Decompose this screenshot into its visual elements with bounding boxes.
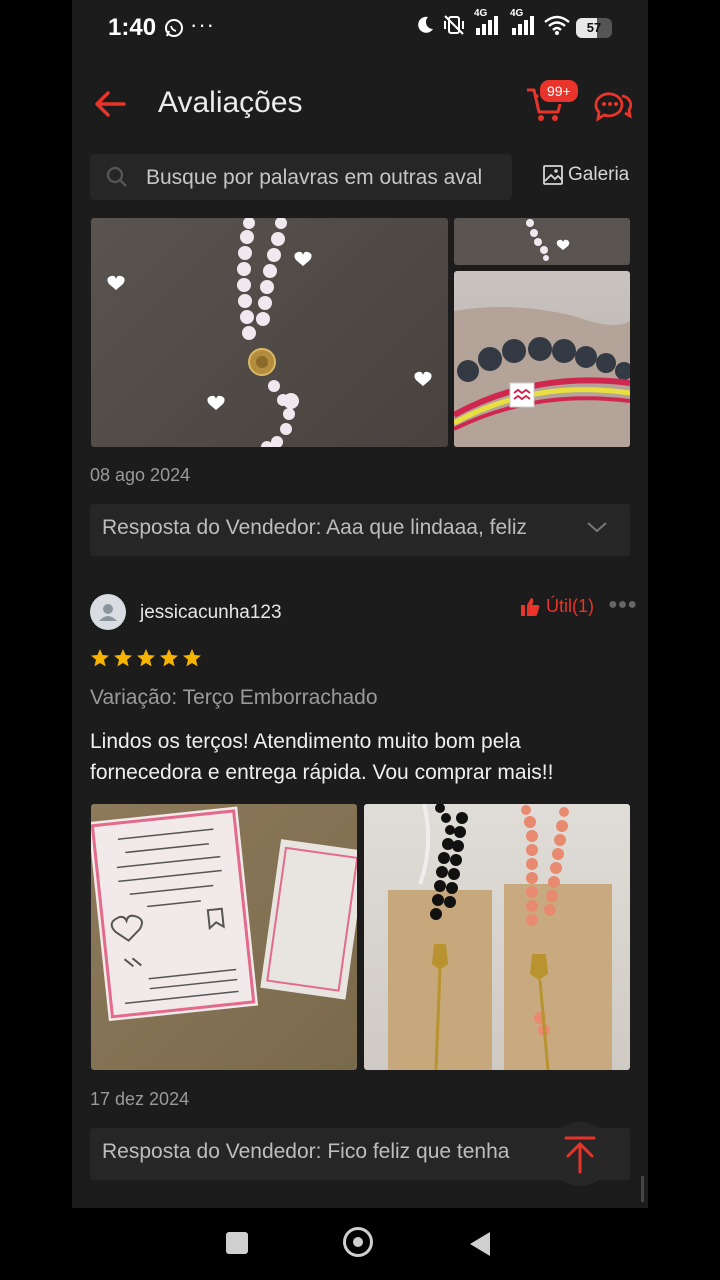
signal-icon-1: 4G xyxy=(472,8,502,41)
vibrate-off-icon xyxy=(442,14,466,41)
star-icon xyxy=(160,649,178,667)
whatsapp-icon xyxy=(164,18,184,43)
product-variation: Variação: Terço Emborrachado xyxy=(90,686,378,709)
search-placeholder: Busque por palavras em outras aval xyxy=(146,166,483,189)
seller-reply[interactable]: Resposta do Vendedor: Aaa que lindaaa, f… xyxy=(90,504,630,556)
gallery-label: Galeria xyxy=(568,164,630,185)
review-photo-thank-you-card[interactable] xyxy=(91,804,357,1070)
star-icon xyxy=(91,649,109,667)
scroll-to-top-button[interactable] xyxy=(548,1122,612,1186)
status-time: 1:40 xyxy=(108,14,157,41)
review-date: 17 dez 2024 xyxy=(90,1089,190,1109)
search-icon xyxy=(106,166,128,193)
app-screen: 1:40 ··· 4G 4G 57 Avaliações 99+ Busque … xyxy=(72,0,648,1208)
avatar[interactable] xyxy=(90,594,126,630)
signal-icon-2: 4G xyxy=(508,8,538,41)
status-more-icon: ··· xyxy=(190,12,215,37)
reviewer-username[interactable]: jessicacunha123 xyxy=(140,602,282,624)
arrow-up-icon xyxy=(564,1136,596,1174)
star-icon xyxy=(137,649,155,667)
gallery-button[interactable]: Galeria xyxy=(542,164,629,186)
rating-stars xyxy=(90,648,202,668)
star-icon xyxy=(114,649,132,667)
chevron-down-icon[interactable] xyxy=(586,520,608,539)
thumbs-up-icon xyxy=(521,597,540,616)
page-title: Avaliações xyxy=(158,86,303,119)
network-type-1: 4G xyxy=(474,8,488,19)
seller-reply-text: Resposta do Vendedor: Fico feliz que ten… xyxy=(102,1140,510,1163)
status-icons: 4G 4G 57 xyxy=(414,8,612,41)
more-options-icon[interactable]: ●●● xyxy=(608,596,637,614)
search-input[interactable]: Busque por palavras em outras aval xyxy=(90,154,512,200)
review-photo-rosary-white[interactable] xyxy=(91,218,448,447)
cart-count-badge: 99+ xyxy=(538,78,580,104)
system-navigation-bar xyxy=(0,1208,720,1280)
moon-icon xyxy=(414,14,436,41)
review-text: Lindos os terços! Atendimento muito bom … xyxy=(90,730,554,784)
review-header: jessicacunha123 Útil(1) ●●● xyxy=(90,594,637,634)
image-icon xyxy=(543,165,563,185)
home-button[interactable] xyxy=(343,1227,373,1257)
search-row: Busque por palavras em outras aval Galer… xyxy=(72,152,648,204)
seller-reply-text: Resposta do Vendedor: Aaa que lindaaa, f… xyxy=(102,516,527,539)
wifi-icon xyxy=(544,14,570,41)
review-date: 08 ago 2024 xyxy=(90,465,191,485)
triangle-back-icon xyxy=(470,1232,490,1256)
review-photo-rosary-thumb[interactable] xyxy=(454,218,630,265)
recent-apps-button[interactable] xyxy=(226,1232,248,1254)
review-photo-rosaries[interactable] xyxy=(364,804,630,1070)
arrow-left-icon xyxy=(95,91,126,117)
battery-icon: 57 xyxy=(576,17,612,38)
battery-level: 57 xyxy=(586,19,602,35)
scrollbar[interactable] xyxy=(641,1176,644,1202)
status-bar: 1:40 ··· 4G 4G 57 xyxy=(72,0,648,56)
page-header: Avaliações 99+ xyxy=(72,64,648,144)
chat-button[interactable] xyxy=(592,88,633,124)
back-button[interactable] xyxy=(90,84,130,124)
useful-button[interactable]: Útil(1) xyxy=(520,596,594,617)
star-icon xyxy=(183,649,201,667)
network-type-2: 4G xyxy=(510,8,524,19)
chat-icon xyxy=(594,92,633,122)
review-photo-bracelet[interactable] xyxy=(454,271,630,447)
system-back-button[interactable] xyxy=(468,1230,492,1263)
useful-label: Útil(1) xyxy=(546,596,594,616)
